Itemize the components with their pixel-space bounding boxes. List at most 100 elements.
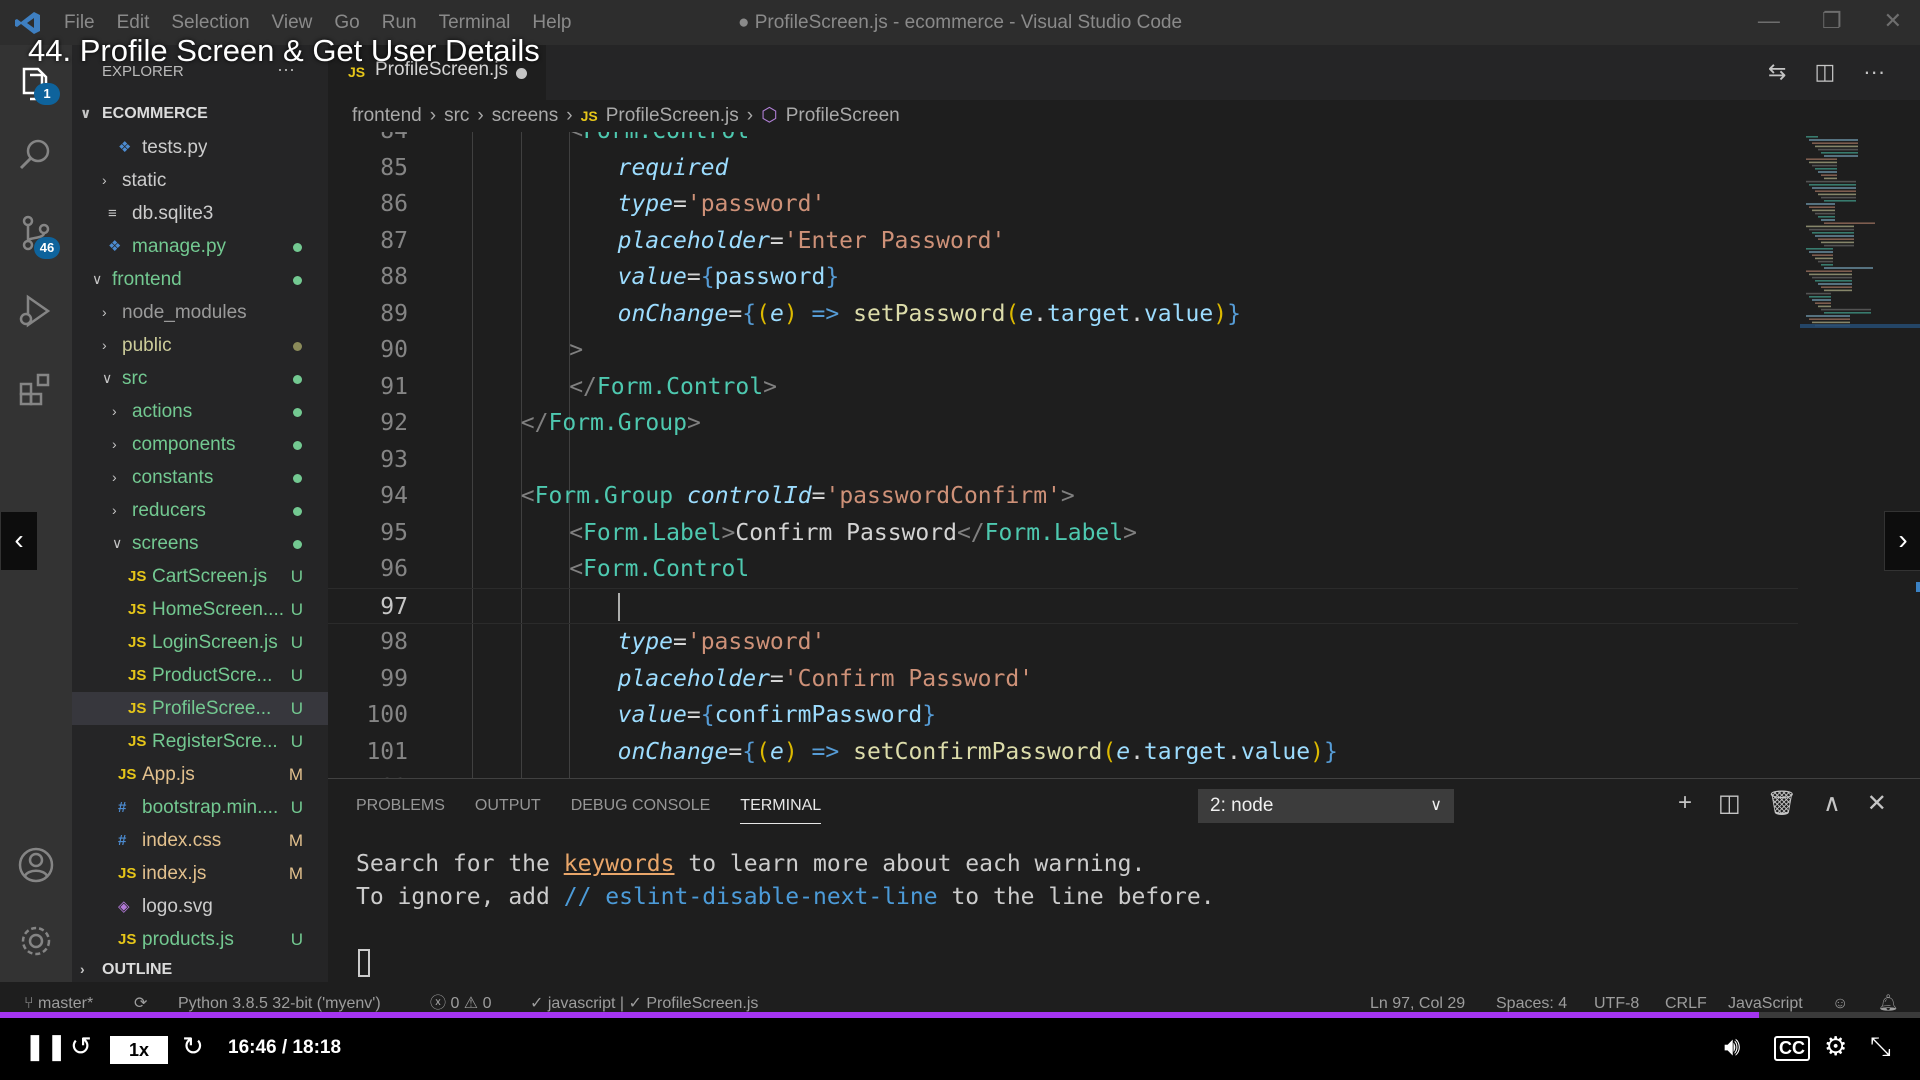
code-line[interactable]: 92 </Form.Group> xyxy=(328,405,1798,441)
run-debug-icon[interactable] xyxy=(16,291,56,331)
code-line[interactable]: 98 type='password' xyxy=(328,624,1798,660)
forward-icon[interactable]: ↻ xyxy=(182,1031,204,1062)
tree-item[interactable]: ∨ screens xyxy=(72,527,328,560)
tree-item[interactable]: ❖ tests.py xyxy=(72,131,328,164)
captions-icon[interactable]: CC xyxy=(1774,1036,1810,1061)
player-settings-icon[interactable]: ⚙ xyxy=(1824,1031,1847,1062)
search-icon[interactable] xyxy=(16,135,56,175)
minimize-icon[interactable]: — xyxy=(1758,8,1780,34)
tree-item[interactable]: › public xyxy=(72,329,328,362)
code-line[interactable]: 95 <Form.Label>Confirm Password</Form.Lab… xyxy=(328,515,1798,551)
split-editor-icon[interactable]: ◫ xyxy=(1814,59,1835,85)
git-status-dot xyxy=(293,540,302,549)
code-line[interactable]: 90 > xyxy=(328,332,1798,368)
code-line[interactable]: 84 <Form.Control xyxy=(328,132,1798,149)
next-lecture-arrow-icon[interactable]: › xyxy=(1884,511,1920,571)
tree-item[interactable]: JS ProfileScree... U xyxy=(72,692,328,725)
tree-item-label: screens xyxy=(132,533,199,554)
breadcrumb-item[interactable]: src xyxy=(444,100,469,132)
code-line[interactable]: 96 <Form.Control xyxy=(328,551,1798,587)
new-terminal-icon[interactable]: + xyxy=(1678,789,1692,818)
previous-lecture-arrow-icon[interactable]: ‹ xyxy=(0,511,38,571)
tree-item[interactable]: › reducers xyxy=(72,494,328,527)
settings-gear-icon[interactable] xyxy=(16,921,56,961)
breadcrumb-separator-icon: › xyxy=(566,105,573,126)
extensions-icon[interactable] xyxy=(16,369,56,409)
line-number: 93 xyxy=(380,446,408,473)
tree-item[interactable]: JS ProductScre... U xyxy=(72,659,328,692)
code-line[interactable]: 100 value={confirmPassword} xyxy=(328,697,1798,733)
tab-problems[interactable]: PROBLEMS xyxy=(356,797,445,824)
tree-item[interactable]: › constants xyxy=(72,461,328,494)
tree-item[interactable]: JS index.js M xyxy=(72,857,328,890)
tree-item[interactable]: JS LoginScreen.js U xyxy=(72,626,328,659)
rewind-icon[interactable]: ↺ xyxy=(70,1031,92,1062)
code-text: </Form.Group> xyxy=(520,410,701,436)
unsaved-dot-icon[interactable] xyxy=(516,68,527,79)
maximize-panel-icon[interactable]: ∧ xyxy=(1823,789,1841,818)
code-line[interactable]: 94 <Form.Group controlId='passwordConfirm… xyxy=(328,478,1798,514)
breadcrumb-item[interactable]: screens xyxy=(492,100,559,132)
minimap[interactable] xyxy=(1800,132,1920,778)
close-window-icon[interactable]: ✕ xyxy=(1884,8,1902,34)
close-panel-icon[interactable]: ✕ xyxy=(1867,789,1887,818)
tree-item[interactable]: ❖ manage.py xyxy=(72,230,328,263)
pause-icon[interactable]: ❚❚ xyxy=(24,1031,68,1062)
tree-item[interactable]: # bootstrap.min.... U xyxy=(72,791,328,824)
trash-icon[interactable]: 🗑 xyxy=(1767,789,1797,818)
code-line[interactable]: 93 xyxy=(328,442,1798,478)
tab-terminal[interactable]: TERMINAL xyxy=(740,797,822,824)
tree-item[interactable]: JS HomeScreen.... U xyxy=(72,593,328,626)
tree-item[interactable]: › components xyxy=(72,428,328,461)
breadcrumb-item[interactable]: ProfileScreen.js xyxy=(606,100,739,132)
tree-item[interactable]: ◈ logo.svg xyxy=(72,890,328,923)
git-status-badge: U xyxy=(290,600,303,619)
terminal-select[interactable]: 2: node ∨ xyxy=(1198,789,1454,823)
tree-item[interactable]: JS App.js M xyxy=(72,758,328,791)
open-changes-icon[interactable]: ⇆ xyxy=(1768,59,1786,85)
code-lines[interactable]: 84 <Form.Control 85 required 86 type='passwor… xyxy=(328,132,1798,778)
tree-item[interactable]: › actions xyxy=(72,395,328,428)
code-line[interactable]: 88 value={password} xyxy=(328,259,1798,295)
code-line[interactable]: 101 onChange={(e) => setConfirmPassword(e… xyxy=(328,734,1798,770)
split-terminal-icon[interactable]: ◫ xyxy=(1718,789,1741,818)
playback-speed-button[interactable]: 1x xyxy=(110,1036,168,1064)
terminal-cursor[interactable] xyxy=(358,949,370,977)
fullscreen-exit-icon[interactable]: ⤡ xyxy=(1870,1031,1891,1063)
tree-item[interactable]: › node_modules xyxy=(72,296,328,329)
code-line[interactable]: 87 placeholder='Enter Password' xyxy=(328,223,1798,259)
restore-icon[interactable]: ❐ xyxy=(1822,8,1842,34)
outline-section-header[interactable]: › OUTLINE xyxy=(72,953,328,986)
source-control-badge: 46 xyxy=(34,237,60,259)
account-icon[interactable] xyxy=(16,845,56,885)
code-line[interactable]: 86 type='password' xyxy=(328,186,1798,222)
breadcrumb-item[interactable]: frontend xyxy=(352,100,422,132)
code-line[interactable]: 97 xyxy=(328,587,1798,624)
line-number: 96 xyxy=(380,556,408,582)
tree-item[interactable]: ∨ src xyxy=(72,362,328,395)
tree-item-label: bootstrap.min.... xyxy=(142,797,279,818)
code-line[interactable]: 85 required xyxy=(328,150,1798,186)
code-line[interactable]: 91 </Form.Control> xyxy=(328,369,1798,405)
tree-item[interactable]: JS RegisterScre... U xyxy=(72,725,328,758)
volume-icon[interactable]: 🔊︎ xyxy=(1724,1031,1740,1063)
keywords-link[interactable]: keywords xyxy=(564,851,675,877)
tree-item[interactable]: JS CartScreen.js U xyxy=(72,560,328,593)
tab-output[interactable]: OUTPUT xyxy=(475,797,541,824)
tree-item[interactable]: ∨ frontend xyxy=(72,263,328,296)
breadcrumb-item[interactable]: ProfileScreen xyxy=(786,100,900,132)
more-actions-icon[interactable]: ··· xyxy=(1863,59,1885,85)
js-file-icon: JS xyxy=(128,601,147,618)
tab-debug-console[interactable]: DEBUG CONSOLE xyxy=(571,797,711,824)
workspace-section-header[interactable]: ∨ ECOMMERCE xyxy=(72,97,328,130)
tree-item[interactable]: JS products.js U xyxy=(72,923,328,956)
chevron-right-icon: › xyxy=(102,337,107,353)
code-editor[interactable]: 84 <Form.Control 85 required 86 type='passwor… xyxy=(328,132,1920,778)
tree-item[interactable]: ≡ db.sqlite3 xyxy=(72,197,328,230)
git-status-badge: U xyxy=(290,567,303,586)
code-line[interactable]: 89 onChange={(e) => setPassword(e.target.… xyxy=(328,296,1798,332)
code-line[interactable]: 99 placeholder='Confirm Password' xyxy=(328,661,1798,697)
code-line[interactable]: 102 > xyxy=(328,770,1798,778)
tree-item[interactable]: › static xyxy=(72,164,328,197)
tree-item[interactable]: # index.css M xyxy=(72,824,328,857)
